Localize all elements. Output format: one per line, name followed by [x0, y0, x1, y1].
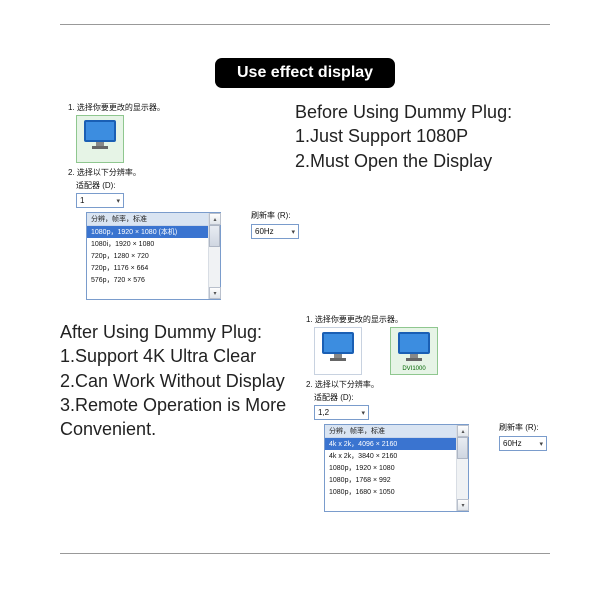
list-item[interactable]: 720p，1176 × 664: [87, 262, 220, 274]
monitor-thumb-1[interactable]: [76, 115, 124, 163]
scroll-up-button[interactable]: ▴: [457, 425, 469, 437]
list-item[interactable]: 576p，720 × 576: [87, 274, 220, 286]
step2-label: 2. 选择以下分辨率。: [306, 379, 548, 390]
refresh-label: 刷新率 (R):: [499, 422, 547, 433]
scroll-down-button[interactable]: ▾: [457, 499, 469, 511]
before-dialog: 1. 选择你要更改的显示器。 2. 选择以下分辨率。 适配器 (D): 1 ▾ …: [65, 98, 270, 316]
scrollbar[interactable]: ▴ ▾: [208, 213, 220, 299]
adapter-value: 1,2: [318, 408, 329, 417]
monitor-icon: [396, 330, 432, 364]
adapter-combo[interactable]: 1 ▾: [76, 193, 124, 208]
scroll-up-button[interactable]: ▴: [209, 213, 221, 225]
resolution-listbox[interactable]: 分辨，帧率，标准 1080p，1920 × 1080 (本机) 1080i，19…: [86, 212, 221, 300]
scroll-down-button[interactable]: ▾: [209, 287, 221, 299]
after-dialog: 1. 选择你要更改的显示器。 DVI1000 2. 选择以下分辨率。 适配器 (…: [303, 310, 549, 542]
adapter-label: 适配器 (D):: [314, 392, 364, 403]
monitor-icon: [320, 330, 356, 364]
chevron-down-icon: ▾: [361, 409, 365, 417]
list-item[interactable]: 1080p，1920 × 1080: [325, 462, 468, 474]
adapter-label: 适配器 (D):: [76, 180, 126, 191]
list-item[interactable]: 1080p，1920 × 1080 (本机): [87, 226, 220, 238]
step1-label: 1. 选择你要更改的显示器。: [68, 102, 269, 113]
list-item[interactable]: 4k x 2k，3840 × 2160: [325, 450, 468, 462]
list-item[interactable]: 1080i，1920 × 1080: [87, 238, 220, 250]
listbox-header: 分辨，帧率，标准: [87, 213, 220, 226]
refresh-value: 60Hz: [503, 439, 522, 448]
scroll-thumb[interactable]: [209, 225, 220, 247]
refresh-value: 60Hz: [255, 227, 274, 236]
chevron-down-icon: ▾: [291, 228, 295, 236]
after-caption: After Using Dummy Plug: 1.Support 4K Ult…: [60, 320, 290, 441]
section-banner: Use effect display: [215, 58, 395, 88]
scrollbar[interactable]: ▴ ▾: [456, 425, 468, 511]
divider-bottom: [60, 553, 550, 554]
list-item[interactable]: 720p，1280 × 720: [87, 250, 220, 262]
monitor-icon: [82, 118, 118, 152]
monitor-thumb-2[interactable]: DVI1000: [390, 327, 438, 375]
monitor-thumb-1[interactable]: [314, 327, 362, 375]
scroll-thumb[interactable]: [457, 437, 468, 459]
refresh-label: 刷新率 (R):: [251, 210, 299, 221]
adapter-value: 1: [80, 196, 84, 205]
before-caption: Before Using Dummy Plug: 1.Just Support …: [295, 100, 555, 173]
step2-label: 2. 选择以下分辨率。: [68, 167, 269, 178]
list-item[interactable]: 1080p，1680 × 1050: [325, 486, 468, 498]
resolution-listbox[interactable]: 分辨，帧率，标准 4k x 2k，4096 × 2160 4k x 2k，384…: [324, 424, 469, 512]
listbox-header: 分辨，帧率，标准: [325, 425, 468, 438]
list-item[interactable]: 4k x 2k，4096 × 2160: [325, 438, 468, 450]
adapter-combo[interactable]: 1,2 ▾: [314, 405, 369, 420]
monitor-caption: DVI1000: [402, 366, 425, 372]
list-item[interactable]: 1080p，1768 × 992: [325, 474, 468, 486]
refresh-combo[interactable]: 60Hz ▾: [499, 436, 547, 451]
chevron-down-icon: ▾: [116, 197, 120, 205]
step1-label: 1. 选择你要更改的显示器。: [306, 314, 548, 325]
refresh-combo[interactable]: 60Hz ▾: [251, 224, 299, 239]
chevron-down-icon: ▾: [539, 440, 543, 448]
divider-top: [60, 24, 550, 25]
